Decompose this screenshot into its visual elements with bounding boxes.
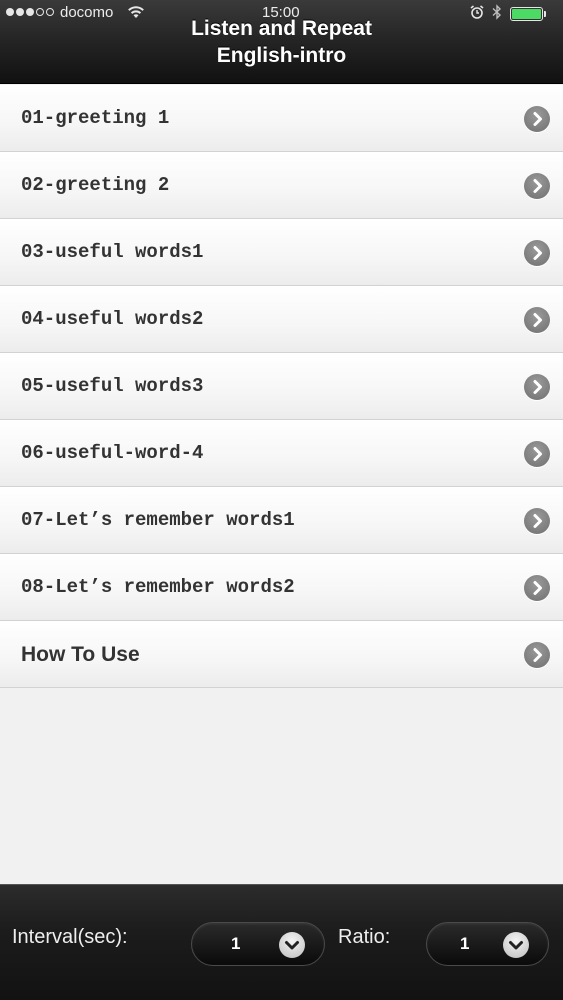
chevron-right-icon [524, 441, 550, 467]
page-title: Listen and Repeat [191, 17, 372, 40]
chevron-right-icon [524, 508, 550, 534]
interval-select[interactable]: 1 [191, 922, 325, 966]
chevron-right-icon [524, 106, 550, 132]
chevron-right-icon [524, 307, 550, 333]
list-item-08-lets-remember-words2[interactable]: 08-Let’s remember words2 [0, 554, 563, 621]
list-item-label: 07-Let’s remember words1 [21, 509, 295, 531]
settings-toolbar: Interval(sec): 1 Ratio: 1 [0, 884, 563, 1000]
interval-value: 1 [231, 934, 241, 953]
ratio-value: 1 [460, 934, 470, 953]
chevron-right-icon [524, 173, 550, 199]
list-item-label: 03-useful words1 [21, 241, 204, 263]
ratio-select[interactable]: 1 [426, 922, 549, 966]
lesson-list: 01-greeting 1 02-greeting 2 03-useful wo… [0, 85, 563, 688]
chevron-right-icon [524, 240, 550, 266]
chevron-right-icon [524, 374, 550, 400]
list-item-how-to-use[interactable]: How To Use [0, 621, 563, 688]
list-item-03-useful-words1[interactable]: 03-useful words1 [0, 219, 563, 286]
list-item-label: 04-useful words2 [21, 308, 204, 330]
chevron-down-icon [279, 932, 305, 958]
list-item-01-greeting-1[interactable]: 01-greeting 1 [0, 85, 563, 152]
list-item-label: 08-Let’s remember words2 [21, 576, 295, 598]
chevron-down-icon [503, 932, 529, 958]
list-item-04-useful-words2[interactable]: 04-useful words2 [0, 286, 563, 353]
page-subtitle: English-intro [216, 44, 347, 67]
list-item-label: 02-greeting 2 [21, 174, 170, 196]
list-item-label: How To Use [21, 643, 140, 666]
list-item-02-greeting-2[interactable]: 02-greeting 2 [0, 152, 563, 219]
list-item-07-lets-remember-words1[interactable]: 07-Let’s remember words1 [0, 487, 563, 554]
signal-strength-icon [6, 8, 54, 16]
interval-label: Interval(sec): [12, 926, 128, 948]
list-item-label: 06-useful-word-4 [21, 442, 204, 464]
list-item-label: 01-greeting 1 [21, 107, 170, 129]
ratio-label: Ratio: [338, 926, 391, 948]
list-item-05-useful-words3[interactable]: 05-useful words3 [0, 353, 563, 420]
chevron-right-icon [524, 575, 550, 601]
list-item-label: 05-useful words3 [21, 375, 204, 397]
list-item-06-useful-word-4[interactable]: 06-useful-word-4 [0, 420, 563, 487]
nav-header: docomo 15:00 Listen and Repeat English-i… [0, 0, 563, 84]
chevron-right-icon [524, 642, 550, 668]
